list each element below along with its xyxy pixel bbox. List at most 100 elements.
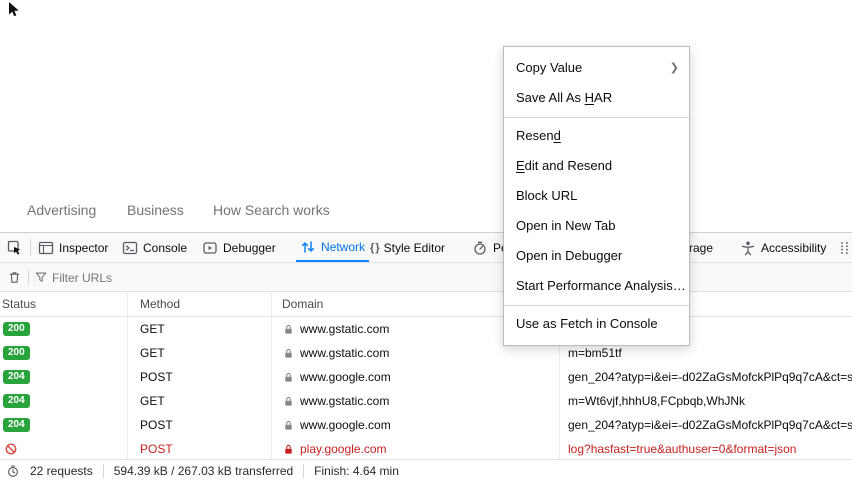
tab-network[interactable]: Network [296,233,370,262]
filter-funnel-icon [32,263,50,291]
overflow-grip-icon[interactable] [836,233,852,262]
node-picker-icon [7,240,21,255]
column-header-method[interactable]: Method [128,292,272,316]
menu-item-open-in-new-tab[interactable]: Open in New Tab [504,211,689,241]
performance-icon [474,241,486,255]
menu-item-block-url[interactable]: Block URL [504,181,689,211]
network-toolbar [0,263,852,292]
tab-accessibility[interactable]: Accessibility [736,233,830,262]
network-request-row-blocked[interactable]: POST play.google.com log?hasfast=true&au… [0,437,852,461]
footer-link-business[interactable]: Business [127,202,184,218]
domain-cell: www.gstatic.com [272,389,560,413]
menu-item-label: Block URL [516,188,578,203]
lock-icon [285,372,292,382]
method-cell: GET [128,317,272,341]
clear-requests-button[interactable] [2,263,26,291]
status-badge: 204 [3,370,30,384]
menu-item-label: Use as Fetch in Console [516,316,658,331]
network-request-row[interactable]: 200 GET www.gstatic.com m=bm51tf [0,341,852,365]
finish-time: Finish: 4.64 min [314,464,399,478]
statusbar-separator [102,464,104,478]
status-cell: 204 [0,413,128,437]
menu-item-start-performance-analysis[interactable]: Start Performance Analysis… [504,271,689,301]
status-cell [0,437,128,461]
status-cell: 200 [0,317,128,341]
trash-icon [9,271,19,283]
menu-item-save-all-as-har[interactable]: Save All As HAR [504,83,689,113]
lock-icon [285,444,292,454]
status-cell: 204 [0,389,128,413]
file-cell: log?hasfast=true&authuser=0&format=json [568,442,797,456]
menu-item-label: Resen [516,128,554,143]
menu-item-open-in-debugger[interactable]: Open in Debugger [504,241,689,271]
domain-text: www.gstatic.com [300,346,390,360]
tab-debugger[interactable]: Debugger [198,233,280,262]
lock-icon [285,348,292,358]
menu-item-copy-value[interactable]: Copy Value ❯ [504,53,689,83]
menu-item-label: Start Performance Analysis… [516,278,686,293]
lock-icon [285,324,292,334]
braces-icon: { } [370,241,380,254]
footer-link-advertising[interactable]: Advertising [27,202,96,218]
network-request-row[interactable]: 204 GET www.gstatic.com m=Wt6vjf,hhhU8,F… [0,389,852,413]
inspector-icon [38,241,54,254]
domain-text: play.google.com [300,442,387,456]
submenu-chevron-icon: ❯ [669,62,679,74]
tab-console[interactable]: Console [118,233,191,262]
blocked-icon [5,443,17,455]
menu-item-resend[interactable]: Resend [504,121,689,151]
requests-count: 22 requests [30,464,93,478]
lock-icon [285,396,292,406]
tab-style-editor[interactable]: { } Style Editor [366,233,449,262]
devtools-tabbar: Inspector Console Debugger Network {} S… [0,233,852,263]
domain-cell: www.google.com [272,365,560,389]
network-icon [301,240,315,253]
file-cell: m=Wt6vjf,hhhU8,FCpbqb,WhJNk [568,394,746,408]
tab-label: Accessibility [761,240,827,255]
domain-cell: play.google.com [272,437,560,461]
context-menu: Copy Value ❯ Save All As HAR Resend Edit… [503,46,690,346]
domain-text: www.google.com [300,370,391,384]
lock-icon [285,420,292,430]
toolbar-separator [28,269,29,285]
status-badge: 204 [3,418,30,432]
network-summary-bar: 22 requests 594.39 kB / 267.03 kB transf… [0,459,852,482]
domain-text: www.gstatic.com [300,394,390,408]
method-cell: POST [128,413,272,437]
tab-inspector[interactable]: Inspector [34,233,112,262]
menu-item-use-as-fetch-in-console[interactable]: Use as Fetch in Console [504,309,689,339]
domain-cell: www.google.com [272,413,560,437]
tab-label: Style Editor [383,240,445,255]
tab-label: Inspector [59,240,109,255]
debugger-icon [203,241,217,254]
menu-separator [504,116,689,118]
mouse-cursor-icon [8,2,22,18]
network-request-row[interactable]: 204 POST www.google.com gen_204?atyp=i&e… [0,413,852,437]
menu-item-label: Open in Debugger [516,248,623,263]
accessibility-icon [741,241,755,255]
toolbar-separator [30,239,31,256]
network-request-row[interactable]: 204 POST www.google.com gen_204?atyp=i&e… [0,365,852,389]
menu-separator [504,304,689,306]
menu-item-label: Open in New Tab [516,218,616,233]
file-cell: gen_204?atyp=i&ei=-d02ZaGsMofckPlPq9q7cA… [568,418,852,432]
network-request-row[interactable]: 200 GET www.gstatic.com [0,317,852,341]
column-header-status[interactable]: Status [0,292,128,316]
status-badge: 200 [3,346,30,360]
network-table-header: Status Method Domain File [0,292,852,317]
tab-label: Console [143,240,188,255]
status-cell: 204 [0,365,128,389]
statusbar-separator [303,464,305,478]
method-cell: POST [128,365,272,389]
domain-text: www.google.com [300,418,391,432]
node-picker-button[interactable] [2,233,28,262]
devtools-panel: Inspector Console Debugger Network {} S… [0,232,852,482]
filter-urls-input[interactable] [50,267,304,289]
footer-link-how-search-works[interactable]: How Search works [213,202,330,218]
menu-item-label: Copy Value [516,60,583,75]
status-cell: 200 [0,341,128,365]
method-cell: GET [128,341,272,365]
menu-item-edit-and-resend[interactable]: Edit and Resend [504,151,689,181]
menu-item-label: Save All As [516,90,585,105]
transferred-size: 594.39 kB / 267.03 kB transferred [113,464,294,478]
